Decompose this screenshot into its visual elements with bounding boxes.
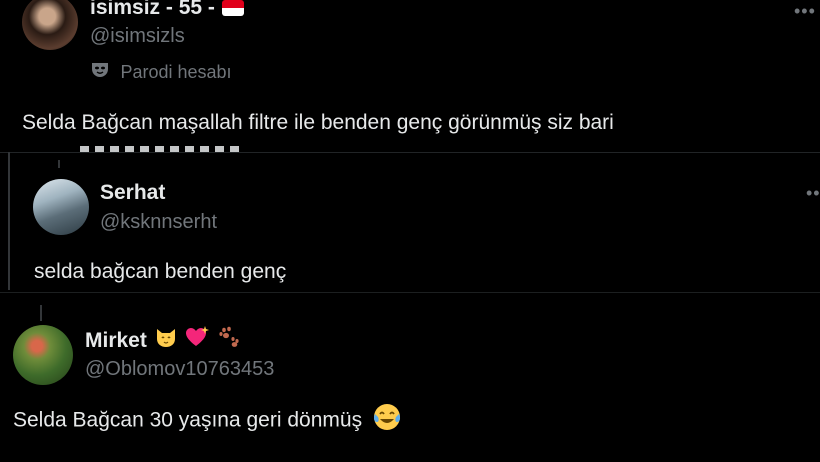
mask-icon: [90, 60, 110, 85]
tweet-text: Selda Bağcan 30 yaşına geri dönmüş: [13, 408, 363, 432]
avatar[interactable]: [33, 179, 89, 235]
cat-face-emoji-icon: [154, 325, 178, 354]
tweet-parody[interactable]: isimsiz - 55 - @isimsizls Parodi hesabı …: [0, 0, 820, 152]
more-icon[interactable]: ••: [806, 184, 820, 202]
parody-label: Parodi hesabı: [120, 62, 232, 82]
author-line: isimsiz - 55 -: [90, 0, 245, 20]
parody-badge: Parodi hesabı: [90, 60, 232, 85]
more-icon[interactable]: •••: [794, 2, 816, 20]
author-line: Mirket: [85, 326, 240, 354]
divider: [0, 152, 820, 153]
handle[interactable]: @isimsizls: [90, 25, 185, 48]
thread-line-notch: [40, 305, 42, 321]
tears-of-joy-emoji-icon: [372, 402, 402, 437]
tweet-text-line: Selda Bağcan 30 yaşına geri dönmüş: [13, 404, 402, 437]
handle[interactable]: @Oblomov10763453: [85, 358, 274, 381]
indonesia-flag-icon: [222, 0, 245, 16]
display-name[interactable]: Mirket: [85, 329, 147, 352]
avatar[interactable]: [22, 0, 78, 50]
tweet-text: Selda Bağcan maşallah filtre ile benden …: [22, 111, 614, 134]
divider: [0, 292, 820, 293]
quoted-tweet[interactable]: Serhat @ksknnserht •• selda bağcan bende…: [0, 160, 820, 292]
handle[interactable]: @ksknnserht: [100, 211, 217, 234]
sparkling-heart-emoji-icon: [184, 325, 210, 354]
quoted-text: selda bağcan benden genç: [34, 260, 287, 283]
tweet-reply[interactable]: Mirket @Oblomov10763453 Selda Bağcan 30 …: [0, 320, 820, 462]
avatar[interactable]: [13, 325, 73, 385]
display-name[interactable]: Serhat: [100, 181, 165, 205]
display-name[interactable]: isimsiz - 55 -: [90, 0, 215, 19]
paw-prints-emoji-icon: [218, 326, 240, 353]
